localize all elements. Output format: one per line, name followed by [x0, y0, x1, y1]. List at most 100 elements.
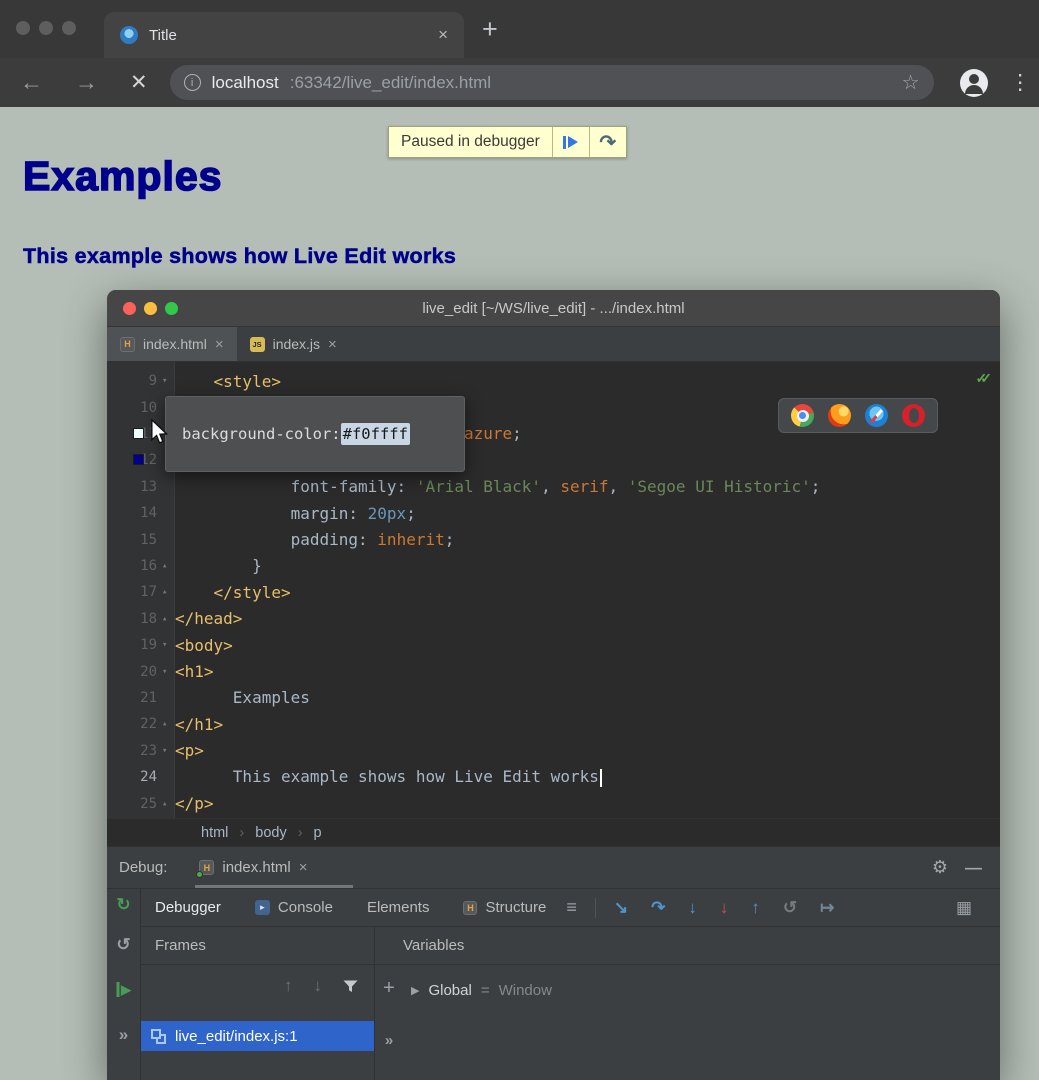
profile-avatar[interactable] — [960, 69, 988, 97]
site-info-icon[interactable]: i — [184, 74, 201, 91]
code-line-9[interactable]: 9▾ <style> — [107, 368, 1000, 394]
breadcrumb-item-body[interactable]: body — [255, 825, 286, 841]
code-line-18[interactable]: 18▴</head> — [107, 606, 1000, 632]
ide-title-bar[interactable]: live_edit [~/WS/live_edit] - .../index.h… — [107, 290, 1000, 327]
code-segment: ; — [811, 477, 821, 496]
chrome-icon[interactable] — [791, 404, 814, 427]
variable-row[interactable]: ▶ Global = Window — [411, 977, 1000, 1003]
fold-collapse-icon[interactable]: ▴ — [162, 587, 167, 597]
show-execution-point-icon[interactable]: ↘ — [614, 898, 628, 918]
frames-toolbar: ↑ ↓ — [141, 965, 374, 1007]
safari-icon[interactable] — [865, 404, 888, 427]
add-watch-icon[interactable]: + — [383, 977, 395, 1000]
color-swatch[interactable] — [133, 428, 144, 439]
code-line-24[interactable]: 24 This example shows how Live Edit work… — [107, 764, 1000, 790]
editor-tab-index.js[interactable]: JSindex.js× — [237, 327, 350, 361]
hide-tool-window-icon[interactable]: — — [965, 858, 982, 878]
color-swatch[interactable] — [133, 454, 144, 465]
fold-expand-icon[interactable]: ▾ — [162, 376, 167, 386]
inspections-ok-icon[interactable]: ✓✓ — [976, 370, 992, 387]
code-line-23[interactable]: 23▾<p> — [107, 738, 1000, 764]
fold-expand-icon[interactable]: ▾ — [162, 667, 167, 677]
breadcrumb-item-html[interactable]: html — [201, 825, 228, 841]
gear-icon[interactable]: ⚙ — [932, 857, 948, 878]
view-as-table-icon[interactable]: ▦ — [956, 898, 972, 918]
debug-view-tab-structure[interactable]: HStructure — [463, 899, 546, 916]
debug-view-tab-elements[interactable]: Elements — [367, 899, 430, 916]
fold-collapse-icon[interactable]: ▴ — [162, 561, 167, 571]
url-field[interactable]: i localhost :63342/live_edit/index.html … — [170, 65, 934, 100]
rerun-icon[interactable]: ↻ — [116, 895, 130, 915]
code-line-13[interactable]: 13 font-family: 'Arial Black', serif, 'S… — [107, 474, 1000, 500]
step-into-icon[interactable]: ↓ — [688, 898, 697, 918]
fold-collapse-icon[interactable]: ▴ — [162, 719, 167, 729]
run-to-cursor-icon[interactable]: ↦ — [820, 898, 834, 918]
minimize-window-button[interactable] — [39, 21, 53, 35]
tab-close-icon[interactable]: × — [438, 25, 448, 45]
filter-funnel-icon[interactable] — [343, 980, 358, 993]
variables-body: + » ▶ Global = Window — [375, 965, 1000, 1080]
debug-view-tab-console[interactable]: ▸Console — [255, 899, 333, 916]
tooltip-property-label: background-color: — [182, 425, 341, 443]
ide-zoom-button[interactable] — [165, 302, 178, 315]
debug-view-tab-label: Debugger — [155, 899, 221, 916]
code-editor[interactable]: 9▾ <style>10 body {11 background-color: … — [107, 362, 1000, 818]
step-over-button[interactable]: ↷ — [589, 127, 626, 157]
step-over-icon[interactable]: ↷ — [651, 898, 665, 918]
fold-collapse-icon[interactable]: ▴ — [162, 614, 167, 624]
layout-settings-icon[interactable]: ≡ — [566, 897, 577, 918]
expand-node-icon[interactable]: ▶ — [411, 984, 419, 997]
firefox-icon[interactable] — [828, 404, 851, 427]
gutter-fold-column: ▾ — [157, 738, 175, 764]
code-line-15[interactable]: 15 padding: inherit; — [107, 526, 1000, 552]
close-window-button[interactable] — [16, 21, 30, 35]
debug-view-tab-debugger[interactable]: Debugger — [155, 899, 221, 916]
code-line-22[interactable]: 22▴</h1> — [107, 711, 1000, 737]
code-line-20[interactable]: 20▾<h1> — [107, 658, 1000, 684]
drop-frame-icon[interactable]: ↺ — [783, 898, 797, 918]
force-step-into-icon[interactable]: ↓ — [720, 898, 729, 918]
code-line-14[interactable]: 14 margin: 20px; — [107, 500, 1000, 526]
new-tab-button[interactable]: + — [482, 14, 498, 45]
sync-icon[interactable]: ↺ — [116, 935, 130, 955]
code-segment: font-family: — [175, 477, 416, 496]
code-segment — [175, 372, 214, 391]
fold-expand-icon[interactable]: ▾ — [162, 640, 167, 650]
code-segment: This example shows how Live Edit works — [175, 767, 599, 786]
code-line-21[interactable]: 21 Examples — [107, 685, 1000, 711]
browser-menu-icon[interactable]: ⋮ — [1010, 70, 1031, 95]
line-number: 16 — [107, 558, 157, 574]
fold-expand-icon[interactable]: ▾ — [162, 746, 167, 756]
opera-icon[interactable] — [902, 404, 925, 427]
code-line-19[interactable]: 19▾<body> — [107, 632, 1000, 658]
tab-close-icon[interactable]: × — [215, 336, 224, 353]
code-line-25[interactable]: 25▴</p> — [107, 790, 1000, 816]
zoom-window-button[interactable] — [62, 21, 76, 35]
browser-tab[interactable]: Title × — [104, 12, 464, 58]
debug-session-tab-close-icon[interactable]: × — [299, 859, 308, 876]
ide-minimize-button[interactable] — [144, 302, 157, 315]
back-button[interactable]: ← — [20, 69, 43, 96]
debug-main-area: Debugger ▸Console Elements HStructure ≡ ↘ ↷ ↓… — [141, 889, 1000, 1080]
next-frame-icon[interactable]: ↓ — [314, 976, 323, 996]
debug-session-tab[interactable]: H index.html × — [199, 859, 307, 876]
previous-frame-icon[interactable]: ↑ — [284, 976, 293, 996]
fold-collapse-icon[interactable]: ▴ — [162, 799, 167, 809]
editor-tab-index.html[interactable]: Hindex.html× — [107, 327, 237, 361]
resume-script-button[interactable] — [552, 127, 589, 157]
tooltip-value-field[interactable]: #f0ffff — [341, 423, 410, 445]
code-line-17[interactable]: 17▴ </style> — [107, 579, 1000, 605]
tab-close-icon[interactable]: × — [328, 336, 337, 353]
step-out-icon[interactable]: ↑ — [751, 898, 760, 918]
resume-icon[interactable]: ▶ — [116, 982, 131, 997]
opera-icon-inner — [909, 408, 919, 423]
breadcrumb-item-p[interactable]: p — [314, 825, 322, 841]
code-line-16[interactable]: 16▴ } — [107, 553, 1000, 579]
bookmark-star-icon[interactable]: ☆ — [902, 70, 920, 95]
selected-stack-frame[interactable]: live_edit/index.js:1 — [141, 1021, 374, 1051]
ide-close-button[interactable] — [123, 302, 136, 315]
more-icon[interactable]: » — [119, 1025, 128, 1045]
stop-loading-button[interactable]: ✕ — [130, 70, 148, 95]
more-actions-icon[interactable]: » — [385, 1032, 393, 1049]
forward-button[interactable]: → — [75, 69, 98, 96]
